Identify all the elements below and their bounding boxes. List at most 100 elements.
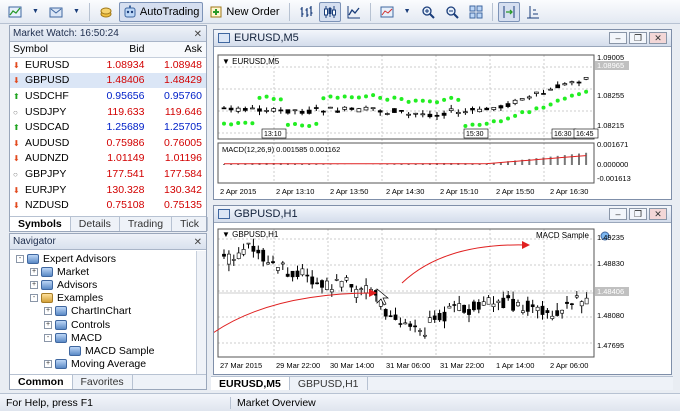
close-icon[interactable]: ✕ xyxy=(194,27,202,42)
candle xyxy=(555,310,560,316)
expand-icon[interactable]: + xyxy=(30,267,38,276)
tab-details[interactable]: Details xyxy=(71,217,120,231)
symbol-name: USDCHF xyxy=(25,89,69,102)
navigator-item[interactable]: + ChartInChart xyxy=(10,305,206,318)
navigator-item[interactable]: + Controls xyxy=(10,318,206,331)
expand-icon[interactable]: + xyxy=(44,360,52,369)
gbpusd-chart[interactable]: ▼ GBPUSD,H1 MACD Sample 1.49235 1.48830 1.48… xyxy=(214,223,671,374)
symbol-name: EURUSD xyxy=(25,59,70,72)
profiles-button[interactable] xyxy=(45,2,67,22)
profiles-dropdown[interactable]: ▼ xyxy=(69,2,84,22)
tab-tick[interactable]: Tick xyxy=(172,217,208,231)
candle xyxy=(388,315,393,317)
candle xyxy=(335,110,340,113)
table-row[interactable]: ○ USDJPY 119.633 119.646 xyxy=(10,104,206,120)
candle xyxy=(398,323,403,325)
collapse-icon[interactable]: - xyxy=(44,333,52,342)
column-header-symbol[interactable]: Symbol xyxy=(10,42,91,58)
templates-dropdown[interactable]: ▼ xyxy=(400,2,415,22)
auto-scroll-button[interactable] xyxy=(497,1,520,22)
market-watch-toggle-button[interactable] xyxy=(95,2,117,22)
navigator-item[interactable]: + Moving Average xyxy=(10,358,206,371)
zoom-out-button[interactable] xyxy=(441,2,463,22)
candle xyxy=(271,108,277,112)
ask-cell: 0.95760 xyxy=(164,89,202,102)
new-chart-button[interactable] xyxy=(4,2,26,22)
bar-chart-button[interactable] xyxy=(295,2,317,22)
close-button[interactable]: ✕ xyxy=(649,32,667,44)
candle xyxy=(280,262,285,265)
navigator-item[interactable]: + Market xyxy=(10,265,206,278)
tab-favorites[interactable]: Favorites xyxy=(73,375,133,389)
column-header-bid[interactable]: Bid xyxy=(90,42,149,58)
line-chart-button[interactable] xyxy=(343,2,365,22)
candle xyxy=(511,298,516,311)
restore-button[interactable]: ❐ xyxy=(629,32,647,44)
macd-scale-label: 0.000000 xyxy=(597,160,628,169)
expand-icon[interactable]: + xyxy=(44,307,52,316)
zoom-in-button[interactable] xyxy=(417,2,439,22)
minimize-button[interactable]: – xyxy=(609,32,627,44)
table-row[interactable]: ⬇ EURUSD 1.08934 1.08948 xyxy=(10,57,206,73)
candle xyxy=(569,303,574,305)
chart-shift-button[interactable] xyxy=(522,2,544,22)
expand-icon[interactable]: + xyxy=(44,320,52,329)
table-row[interactable]: ⬆ USDCAD 1.25689 1.25705 xyxy=(10,119,206,135)
navigator-item-label: Advisors xyxy=(57,278,98,291)
navigator-item[interactable]: - MACD xyxy=(10,331,206,344)
collapse-icon[interactable]: - xyxy=(16,254,24,263)
collapse-icon[interactable]: - xyxy=(30,294,38,303)
close-icon[interactable]: ✕ xyxy=(194,235,202,250)
candle xyxy=(498,105,504,109)
table-row[interactable]: ⬆ USDCHF 0.95656 0.95760 xyxy=(10,88,206,104)
new-order-button[interactable]: New Order xyxy=(205,2,283,22)
table-row[interactable]: ⬇ AUDNZD 1.01149 1.01196 xyxy=(10,151,206,167)
tab-trading[interactable]: Trading xyxy=(120,217,173,231)
tab-common[interactable]: Common xyxy=(10,375,73,389)
candlestick-button[interactable] xyxy=(318,1,341,22)
eurusd-chart[interactable]: ▼ EURUSD,M513:10 15:30 16:30 16:451.090051.… xyxy=(214,47,671,199)
candle xyxy=(408,323,413,327)
table-row[interactable]: ⬇ NZDUSD 0.75108 0.75135 xyxy=(10,197,206,213)
close-button[interactable]: ✕ xyxy=(649,208,667,220)
chart-window-gbpusd[interactable]: GBPUSD,H1 – ❐ ✕ ▼ GBPUSD,H1 MACD Sample 1.… xyxy=(213,205,672,375)
minimize-button[interactable]: – xyxy=(609,208,627,220)
new-chart-dropdown[interactable]: ▼ xyxy=(28,2,43,22)
bar-chart-icon xyxy=(300,5,313,17)
tile-windows-button[interactable] xyxy=(465,2,487,22)
sar-dot xyxy=(250,121,255,126)
table-row[interactable]: ⬇ AUDUSD 0.75986 0.76005 xyxy=(10,135,206,151)
candle xyxy=(496,300,501,303)
autotrading-button[interactable]: AutoTrading xyxy=(118,1,204,22)
tab-symbols[interactable]: Symbols xyxy=(10,217,71,231)
navigator-item[interactable]: - Examples xyxy=(10,292,206,305)
symbol-name: AUDNZD xyxy=(25,152,69,165)
chart-window-title-bar[interactable]: EURUSD,M5 – ❐ ✕ xyxy=(214,30,671,47)
new-order-label: New Order xyxy=(226,5,280,18)
time-marker-label: 16:30 xyxy=(554,131,572,138)
chart-tab-gbpusd[interactable]: GBPUSD,H1 xyxy=(290,377,368,390)
navigator-item[interactable]: MACD Sample xyxy=(10,344,206,357)
chart-window-title-bar[interactable]: GBPUSD,H1 – ❐ ✕ xyxy=(214,206,671,223)
chart-window-eurusd[interactable]: EURUSD,M5 – ❐ ✕ ▼ EURUSD,M5 13:10 15:30 16:… xyxy=(213,29,672,200)
candle xyxy=(432,315,437,320)
status-profile[interactable]: Market Overview xyxy=(230,396,316,409)
chart-tab-eurusd[interactable]: EURUSD,M5 xyxy=(211,377,290,390)
candle xyxy=(555,84,561,89)
table-row[interactable]: ⬇ GBPUSD 1.48406 1.48429 xyxy=(10,72,206,89)
navigator-item[interactable]: - Expert Advisors xyxy=(10,252,206,265)
expand-icon[interactable]: + xyxy=(30,280,38,289)
navigator-item[interactable]: + Advisors xyxy=(10,278,206,291)
sar-dot xyxy=(271,96,276,101)
column-header-ask[interactable]: Ask xyxy=(148,42,206,58)
table-row[interactable]: ⬇ EURJPY 130.328 130.342 xyxy=(10,182,206,198)
toolbar-separator xyxy=(369,2,371,21)
candle xyxy=(535,306,540,311)
restore-button[interactable]: ❐ xyxy=(629,208,647,220)
table-row[interactable]: ○ GBPJPY 177.541 177.584 xyxy=(10,166,206,182)
sar-dot xyxy=(449,95,454,100)
time-axis-label: 2 Apr 14:30 xyxy=(386,187,424,196)
navigator-scrollbar[interactable] xyxy=(196,251,206,374)
sar-dot xyxy=(371,93,376,98)
templates-button[interactable] xyxy=(376,2,398,22)
